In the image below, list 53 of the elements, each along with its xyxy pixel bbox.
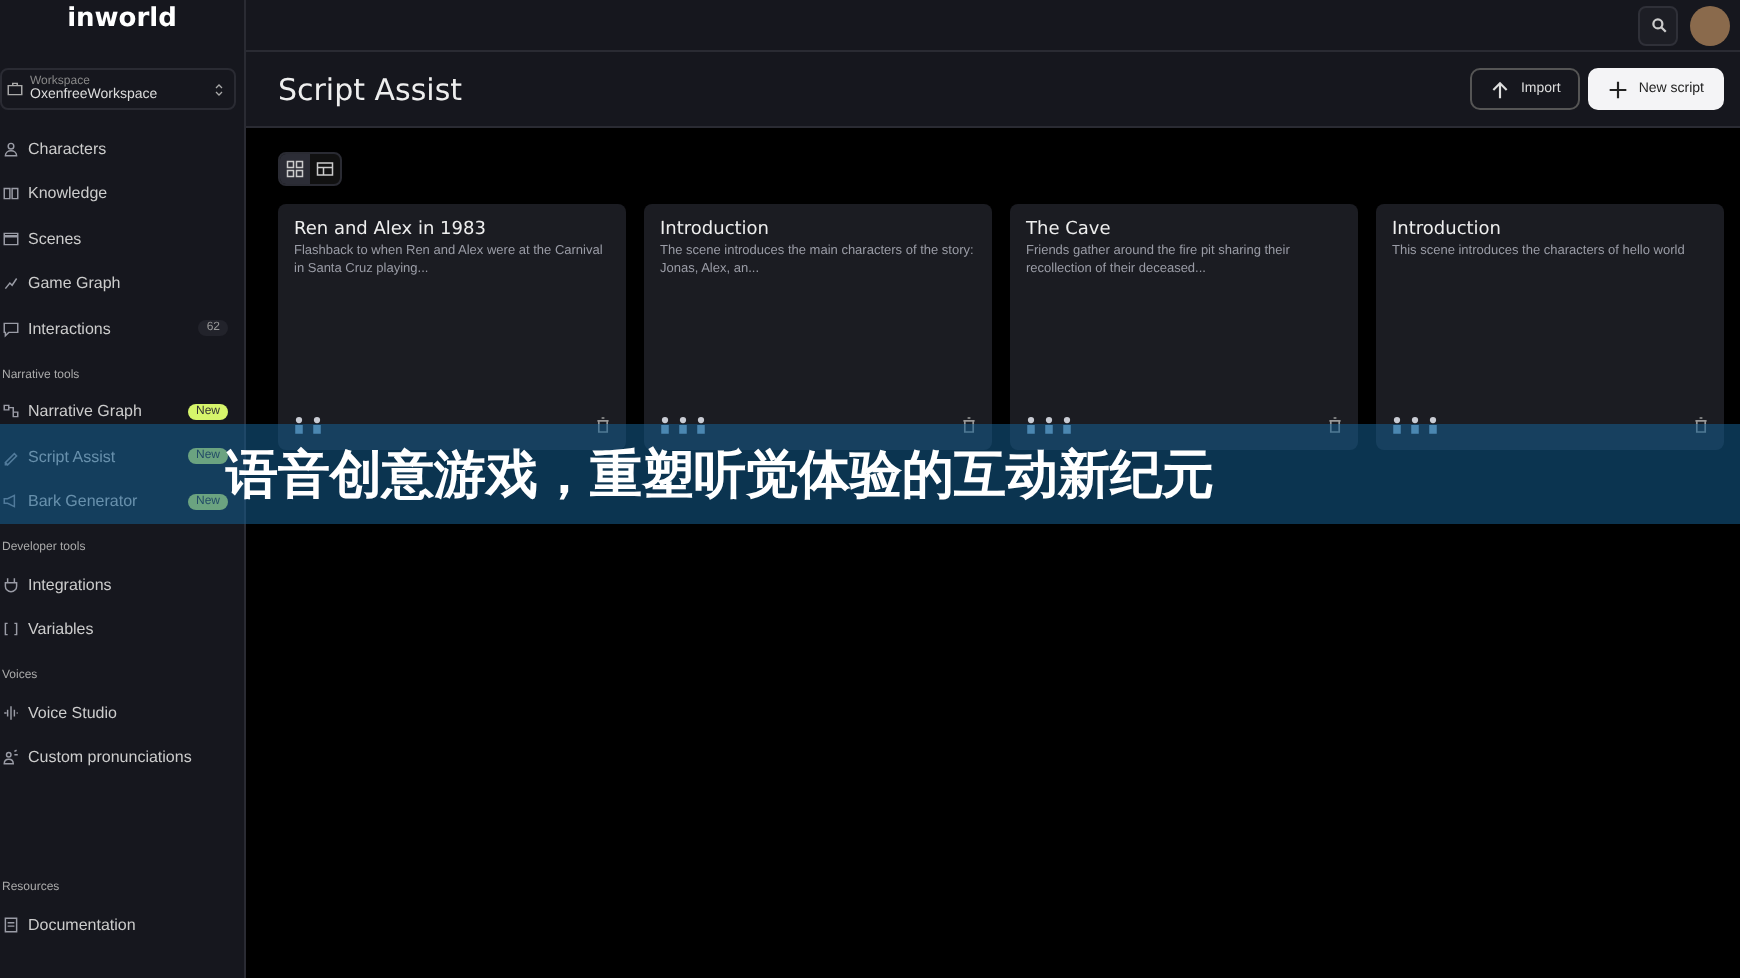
character-icon: [1410, 416, 1420, 434]
avatar[interactable]: [1690, 5, 1730, 45]
card-title: Introduction: [1392, 220, 1504, 240]
grid-icon: [286, 160, 304, 178]
character-icon: [1026, 416, 1036, 434]
character-icon: [1044, 416, 1054, 434]
logo: inworld: [65, 2, 179, 38]
card-title: Introduction: [660, 220, 772, 240]
plug-icon: [2, 575, 20, 594]
character-icon: [1428, 416, 1438, 434]
waveform-icon: [2, 703, 20, 722]
speaking-person-icon: [2, 748, 20, 767]
card-title: The Cave: [1026, 220, 1113, 240]
sidebar-item[interactable]: Knowledge: [0, 171, 244, 216]
trash-icon[interactable]: [1328, 416, 1342, 434]
sidebar-item[interactable]: Integrations: [0, 562, 244, 607]
character-icon: [1062, 416, 1072, 434]
search-button[interactable]: [1638, 5, 1678, 45]
pen-icon: [2, 447, 20, 466]
page-title: Script Assist: [278, 71, 463, 107]
document-icon: [2, 915, 20, 934]
sidebar-item[interactable]: Custom pronunciations: [0, 735, 244, 780]
sidebar-item[interactable]: Variables: [0, 607, 244, 652]
person-icon: [2, 139, 20, 158]
graph-icon: [2, 402, 20, 421]
sidebar-item[interactable]: Characters: [0, 126, 244, 171]
graph-icon: [2, 274, 20, 293]
grid-view-button[interactable]: [280, 154, 310, 184]
character-icon: [696, 416, 706, 434]
character-icon: [660, 416, 670, 434]
trash-icon[interactable]: [1694, 416, 1708, 434]
book-icon: [2, 184, 20, 203]
megaphone-icon: [2, 492, 20, 511]
trash-icon[interactable]: [596, 416, 610, 434]
upload-arrow-icon: [1490, 79, 1511, 99]
chat-icon: [2, 319, 20, 338]
chevron-updown-icon: [214, 81, 224, 97]
briefcase-icon: [6, 80, 24, 98]
sidebar-item[interactable]: Game Graph: [0, 261, 244, 306]
character-icon: [1392, 416, 1402, 434]
plus-icon: [1608, 79, 1629, 99]
sidebar-item[interactable]: Voice Studio: [0, 690, 244, 735]
search-icon: [1649, 16, 1667, 34]
card-title: Ren and Alex in 1983: [294, 220, 488, 240]
table-icon: [316, 160, 334, 178]
sidebar-item[interactable]: Scenes: [0, 216, 244, 261]
character-icon: [312, 416, 322, 434]
character-icon: [294, 416, 304, 434]
clapperboard-icon: [2, 229, 20, 248]
sidebar-item[interactable]: Documentation: [0, 902, 244, 947]
brackets-icon: [2, 620, 20, 639]
trash-icon[interactable]: [962, 416, 976, 434]
character-icon: [678, 416, 688, 434]
